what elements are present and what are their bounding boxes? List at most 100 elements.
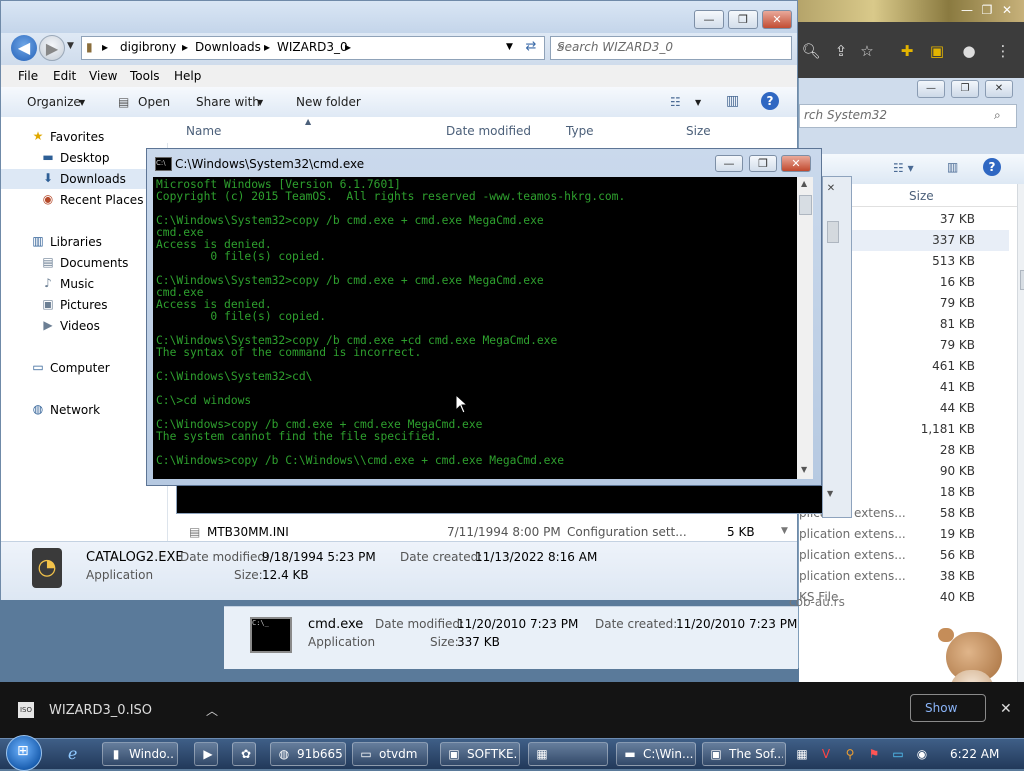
menu-file[interactable]: File [18,69,38,83]
system32-file-row[interactable]: plication extens... 19 KB [799,524,1009,545]
menu-edit[interactable]: Edit [53,69,76,83]
system32-search-input[interactable]: rch System32 ⌕ [799,104,1017,128]
menu-tools[interactable]: Tools [130,69,160,83]
views-icon[interactable]: ☷ [670,95,681,109]
nav-downloads[interactable]: ⬇ Downloads [1,169,167,189]
chevron-icon[interactable]: ▸ [102,40,108,54]
scroll-thumb[interactable] [827,221,839,243]
new-folder-button[interactable]: New folder [296,95,361,109]
browser-restore-button[interactable]: ❐ [978,2,996,18]
open-button[interactable]: Open [138,95,170,109]
console-output[interactable]: Microsoft Windows [Version 6.1.7601] Copy… [153,177,797,479]
nav-desktop[interactable]: ▬ Desktop [1,148,167,168]
cmd-maximize-button[interactable]: ❐ [749,155,777,172]
nav-pictures[interactable]: ▣ Pictures [1,295,167,315]
chevron-icon[interactable]: ▸ [182,40,188,54]
recent-pages-icon[interactable]: ▼ [67,41,74,51]
column-size[interactable]: Size [909,189,934,203]
views-dropdown-icon[interactable]: ▼ [695,98,701,107]
taskbar-button[interactable]: ▭ otvdm [352,742,428,766]
system32-scrollbar[interactable] [1017,184,1024,682]
system32-minimize-button[interactable]: — [917,80,945,98]
console-scroll-thumb[interactable] [799,195,812,215]
puzzle-icon[interactable]: ✚ [896,40,918,62]
clock[interactable]: 6:22 AM [950,747,999,761]
show-all-button[interactable]: Show [910,694,986,722]
help-icon[interactable]: ? [761,92,779,110]
taskbar-button[interactable]: ▶ [194,742,218,766]
tray-app-icon[interactable]: ▦ [794,746,810,762]
browser-minimize-button[interactable]: — [958,2,976,18]
file-row[interactable]: ▤ MTB30MM.INI 7/11/1994 8:00 PM Configur… [167,521,788,541]
browser-close-button[interactable]: ✕ [998,2,1016,18]
taskbar-button[interactable]: ◍ 91b665... [270,742,346,766]
tray-flag-icon[interactable]: ⚑ [866,746,882,762]
explorer-maximize-button[interactable]: ❐ [728,10,758,29]
nav-recent-places[interactable]: ◉ Recent Places [1,190,167,210]
breadcrumb-downloads[interactable]: Downloads [195,40,261,54]
cmd-close-button[interactable]: ✕ [781,155,811,172]
column-type[interactable]: Type [566,124,594,138]
taskbar-button[interactable]: ▣ SOFTKE... [440,742,520,766]
organize-dropdown-icon[interactable]: ▼ [79,98,85,107]
system32-file-row[interactable]: plication extens... 56 KB [799,545,1009,566]
taskbar-button[interactable]: ▣ The Sof... [702,742,786,766]
back-button[interactable]: ◀ [11,35,37,61]
system32-scroll-thumb[interactable] [1020,270,1024,290]
system32-close-button[interactable]: ✕ [985,80,1013,98]
tray-v-icon[interactable]: V [818,746,834,762]
download-file-name[interactable]: WIZARD3_0.ISO [49,703,152,718]
tray-search-icon[interactable]: ⚲ [842,746,858,762]
nav-libraries[interactable]: ▥ Libraries [1,232,167,252]
console-scrollbar[interactable]: ▲ ▼ [797,177,813,479]
internet-explorer-icon[interactable]: ℯ [68,744,77,763]
scroll-up-icon[interactable]: ▲ [801,179,807,188]
nav-computer[interactable]: ▭ Computer [1,358,167,378]
nav-documents[interactable]: ▤ Documents [1,253,167,273]
share-dropdown-icon[interactable]: ▼ [257,98,263,107]
column-name[interactable]: Name [186,124,221,138]
system32-maximize-button[interactable]: ❐ [951,80,979,98]
taskbar-button[interactable]: ▮ Windo... [102,742,178,766]
zoom-icon[interactable]: 🔍︎ [800,40,822,62]
menu-icon[interactable]: ⋮ [992,40,1014,62]
nav-music[interactable]: ♪ Music [1,274,167,294]
chevron-icon[interactable]: ▸ [264,40,270,54]
close-icon[interactable]: ✕ [823,183,839,197]
nav-videos[interactable]: ▶ Videos [1,316,167,336]
search-input[interactable]: Search WIZARD3_0 ⌕ [550,36,792,60]
scroll-down-icon[interactable]: ▼ [781,526,788,536]
nav-favorites[interactable]: ★ Favorites [1,127,167,147]
start-button[interactable]: ⊞ [6,735,42,771]
close-icon[interactable]: ✕ [1000,701,1012,717]
explorer-title-bar[interactable]: — ❐ ✕ [1,1,797,33]
nav-network[interactable]: ◍ Network [1,400,167,420]
scroll-down-icon[interactable]: ▼ [801,465,807,474]
share-with-button[interactable]: Share with [196,95,260,109]
preview-pane-icon[interactable]: ▥ [726,93,739,109]
organize-button[interactable]: Organize [27,95,81,109]
chevron-up-icon[interactable]: ︿ [206,702,218,719]
column-date-modified[interactable]: Date modified [446,124,531,138]
taskbar-button[interactable]: ✿ [232,742,256,766]
tray-monitor-icon[interactable]: ▭ [890,746,906,762]
breadcrumb-digibrony[interactable]: digibrony [120,40,176,54]
chevron-icon[interactable]: ▸ [345,40,351,54]
share-icon[interactable]: ⇪ [830,40,852,62]
breadcrumb-wizard[interactable]: WIZARD3_0 [277,40,348,54]
sidebar-icon[interactable]: ▣ [926,40,948,62]
system32-partial-row[interactable]: cob-au.rs [789,592,1009,613]
cmd-minimize-button[interactable]: — [715,155,743,172]
address-dropdown-icon[interactable]: ▼ [506,42,513,52]
scroll-down-icon[interactable]: ▼ [827,489,833,498]
taskbar-button[interactable]: ▦ [528,742,608,766]
menu-help[interactable]: Help [174,69,201,83]
help-icon[interactable]: ? [983,158,1001,176]
views-icon[interactable]: ☷ ▾ [893,161,914,175]
system32-file-row[interactable]: plication extens... 38 KB [799,566,1009,587]
profile-icon[interactable]: ● [958,40,980,62]
tray-volume-icon[interactable]: ◉ [914,746,930,762]
explorer-minimize-button[interactable]: — [694,10,724,29]
taskbar-button[interactable]: ▬ C:\Win... [616,742,696,766]
preview-pane-icon[interactable]: ▥ [947,160,958,174]
